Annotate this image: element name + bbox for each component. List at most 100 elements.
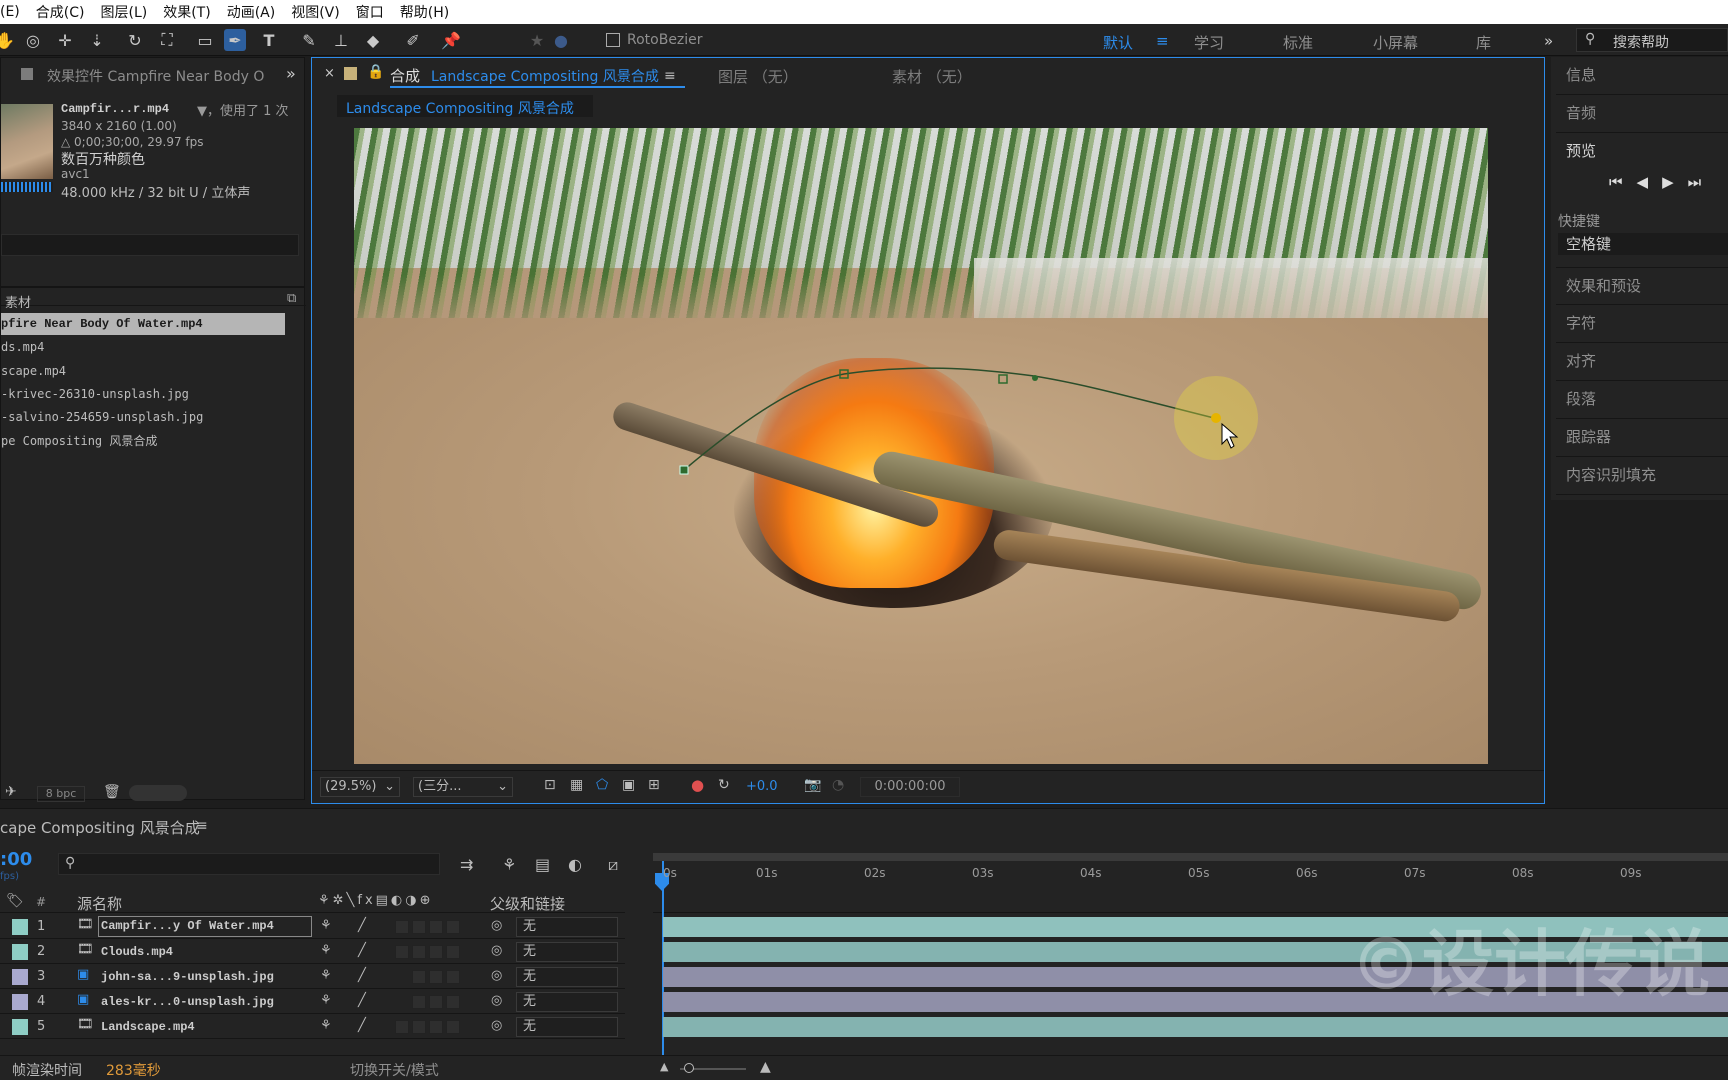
toggle-switches-modes[interactable]: 切换开关/模式 [350, 1060, 439, 1080]
switch-box[interactable] [429, 995, 443, 1009]
comp-mini-flowchart-icon[interactable]: ⇉ [460, 855, 473, 874]
exposure-value[interactable]: +0.0 [746, 779, 778, 794]
switch-box[interactable] [429, 920, 443, 934]
graph-editor-icon[interactable]: ⧄ [608, 855, 618, 875]
switch-box[interactable] [429, 945, 443, 959]
menu-layer[interactable]: 图层(L) [100, 2, 147, 22]
snapshot-icon[interactable]: 📷 [804, 777, 821, 793]
panel-preview[interactable]: 预览 [1556, 133, 1728, 171]
switch-box[interactable] [429, 1020, 443, 1034]
flowchart-icon[interactable]: ⧉ [287, 291, 296, 306]
switch-box[interactable] [395, 945, 409, 959]
project-item-comp[interactable]: pe Compositing 风景合成 [1, 430, 285, 452]
layer-color-label[interactable] [12, 919, 28, 935]
quality-switch-icon[interactable]: ╱ [358, 943, 366, 958]
panel-align[interactable]: 对齐 [1556, 343, 1728, 381]
shy-switch-icon[interactable]: ⚘ [320, 968, 332, 983]
switch-box[interactable] [446, 945, 460, 959]
mask-vertex-3[interactable] [998, 374, 1008, 384]
fast-preview-icon[interactable]: ⊡ [544, 777, 556, 793]
shy-switch-icon[interactable]: ⚘ [320, 1018, 332, 1033]
layer-color-label[interactable] [12, 969, 28, 985]
project-item-campfire[interactable]: pfire Near Body Of Water.mp4 [1, 313, 285, 335]
workspace-default[interactable]: 默认 [1103, 32, 1133, 53]
rectangle-tool-icon[interactable]: ▭ [194, 29, 216, 51]
help-search-input[interactable]: 搜索帮助 [1613, 32, 1669, 52]
puppet-pin-icon[interactable]: 📌 [440, 29, 462, 51]
layer-color-label[interactable] [12, 1019, 28, 1035]
workspace-learn[interactable]: 学习 [1194, 32, 1224, 53]
menu-view[interactable]: 视图(V) [291, 2, 340, 22]
help-search-box[interactable]: ⚲ 搜索帮助 [1576, 28, 1728, 52]
layer-bar-5[interactable] [663, 1017, 1728, 1037]
pick-whip-icon[interactable]: ◎ [491, 918, 502, 933]
mask-handle[interactable] [1032, 375, 1038, 381]
switch-box[interactable] [412, 970, 426, 984]
workspace-libraries[interactable]: 库 [1476, 32, 1491, 53]
composition-canvas[interactable] [354, 128, 1488, 764]
timeline-comp-name[interactable]: cape Compositing 风景合成 [0, 817, 200, 838]
project-search-input[interactable] [1, 234, 299, 256]
motion-blur-icon[interactable]: ◐ [568, 855, 582, 874]
panel-info[interactable]: 信息 [1556, 57, 1728, 95]
brush-tool-icon[interactable]: ✎ [298, 29, 320, 51]
layer-name[interactable]: john-sa...9-unsplash.jpg [101, 970, 274, 984]
shy-layers-icon[interactable]: ⚘ [502, 855, 516, 874]
panel-content-aware-fill[interactable]: 内容识别填充 [1556, 457, 1728, 495]
timeline-menu-icon[interactable]: ≡ [196, 818, 208, 834]
project-item-landscape[interactable]: scape.mp4 [1, 360, 285, 382]
lock-icon[interactable]: 🔒 [367, 64, 384, 80]
unified-camera-icon[interactable]: ⛶ [156, 29, 178, 51]
layer-color-label[interactable] [12, 944, 28, 960]
layer-row-5[interactable]: 5 🎞 Landscape.mp4 ⚘ ╱ ◎ 无 [0, 1015, 625, 1039]
workspace-small-screen[interactable]: 小屏幕 [1373, 32, 1418, 53]
shy-switch-icon[interactable]: ⚘ [320, 993, 332, 1008]
eraser-tool-icon[interactable]: ◆ [362, 29, 384, 51]
project-col-name[interactable]: 素材 [5, 292, 31, 311]
workspace-menu-icon[interactable]: ≡ [1156, 32, 1169, 50]
layer-search-input[interactable]: ⚲ [58, 853, 440, 875]
tab-menu-icon[interactable]: ≡ [664, 68, 676, 84]
comp-breadcrumb[interactable]: Landscape Compositing 风景合成 [337, 95, 593, 117]
parent-dropdown[interactable]: 无 [516, 917, 618, 937]
rotate-tool-icon[interactable]: ↻ [124, 29, 146, 51]
close-tab-icon[interactable]: × [324, 66, 335, 81]
project-item-clouds[interactable]: ds.mp4 [1, 336, 285, 358]
pick-whip-icon[interactable]: ◎ [491, 1018, 502, 1033]
timeline-current-time[interactable]: :00 [0, 849, 32, 870]
quality-switch-icon[interactable]: ╱ [358, 993, 366, 1008]
panel-effects-presets[interactable]: 效果和预设 [1556, 267, 1728, 305]
switch-box[interactable] [395, 1020, 409, 1034]
layer-color-label[interactable] [12, 994, 28, 1010]
zoom-in-icon[interactable]: ▲ [760, 1059, 771, 1075]
text-tool-icon[interactable]: T [258, 29, 280, 51]
switch-box[interactable] [446, 995, 460, 1009]
show-snapshot-icon[interactable]: ◔ [832, 777, 844, 793]
switch-box[interactable] [412, 945, 426, 959]
layer-row-4[interactable]: 4 ▣ ales-kr...0-unsplash.jpg ⚘ ╱ ◎ 无 [0, 990, 625, 1014]
comp-tab-name[interactable]: Landscape Compositing 风景合成 [431, 66, 659, 86]
menu-window[interactable]: 窗口 [356, 2, 384, 22]
switch-box[interactable] [412, 995, 426, 1009]
pick-whip-icon[interactable]: ◎ [491, 993, 502, 1008]
switch-box[interactable] [395, 920, 409, 934]
quality-switch-icon[interactable]: ╱ [358, 918, 366, 933]
panel-expand-icon[interactable]: » [286, 64, 296, 83]
layer-row-3[interactable]: 3 ▣ john-sa...9-unsplash.jpg ⚘ ╱ ◎ 无 [0, 965, 625, 989]
mask-path[interactable] [683, 367, 1215, 471]
current-time-display[interactable]: 0:00:00:00 [860, 777, 960, 797]
switch-box[interactable] [446, 920, 460, 934]
project-item-krivec[interactable]: -krivec-26310-unsplash.jpg [1, 383, 285, 405]
camera-orbit-icon[interactable]: ◎ [22, 29, 44, 51]
menu-effect[interactable]: 效果(T) [163, 2, 210, 22]
panel-tracker[interactable]: 跟踪器 [1556, 419, 1728, 457]
project-zoom-slider[interactable] [129, 785, 187, 801]
rotobezier-checkbox[interactable] [606, 33, 620, 47]
layer-row-1[interactable]: 1 🎞 Campfir...y Of Water.mp4 ⚘ ╱ ◎ 无 [0, 915, 625, 939]
play-icon[interactable]: ▶ [1662, 173, 1688, 191]
switch-box[interactable] [429, 970, 443, 984]
menu-animation[interactable]: 动画(A) [227, 2, 276, 22]
parent-dropdown[interactable]: 无 [516, 942, 618, 962]
parent-dropdown[interactable]: 无 [516, 1017, 618, 1037]
tab-footage[interactable]: 素材 （无） [892, 66, 972, 87]
